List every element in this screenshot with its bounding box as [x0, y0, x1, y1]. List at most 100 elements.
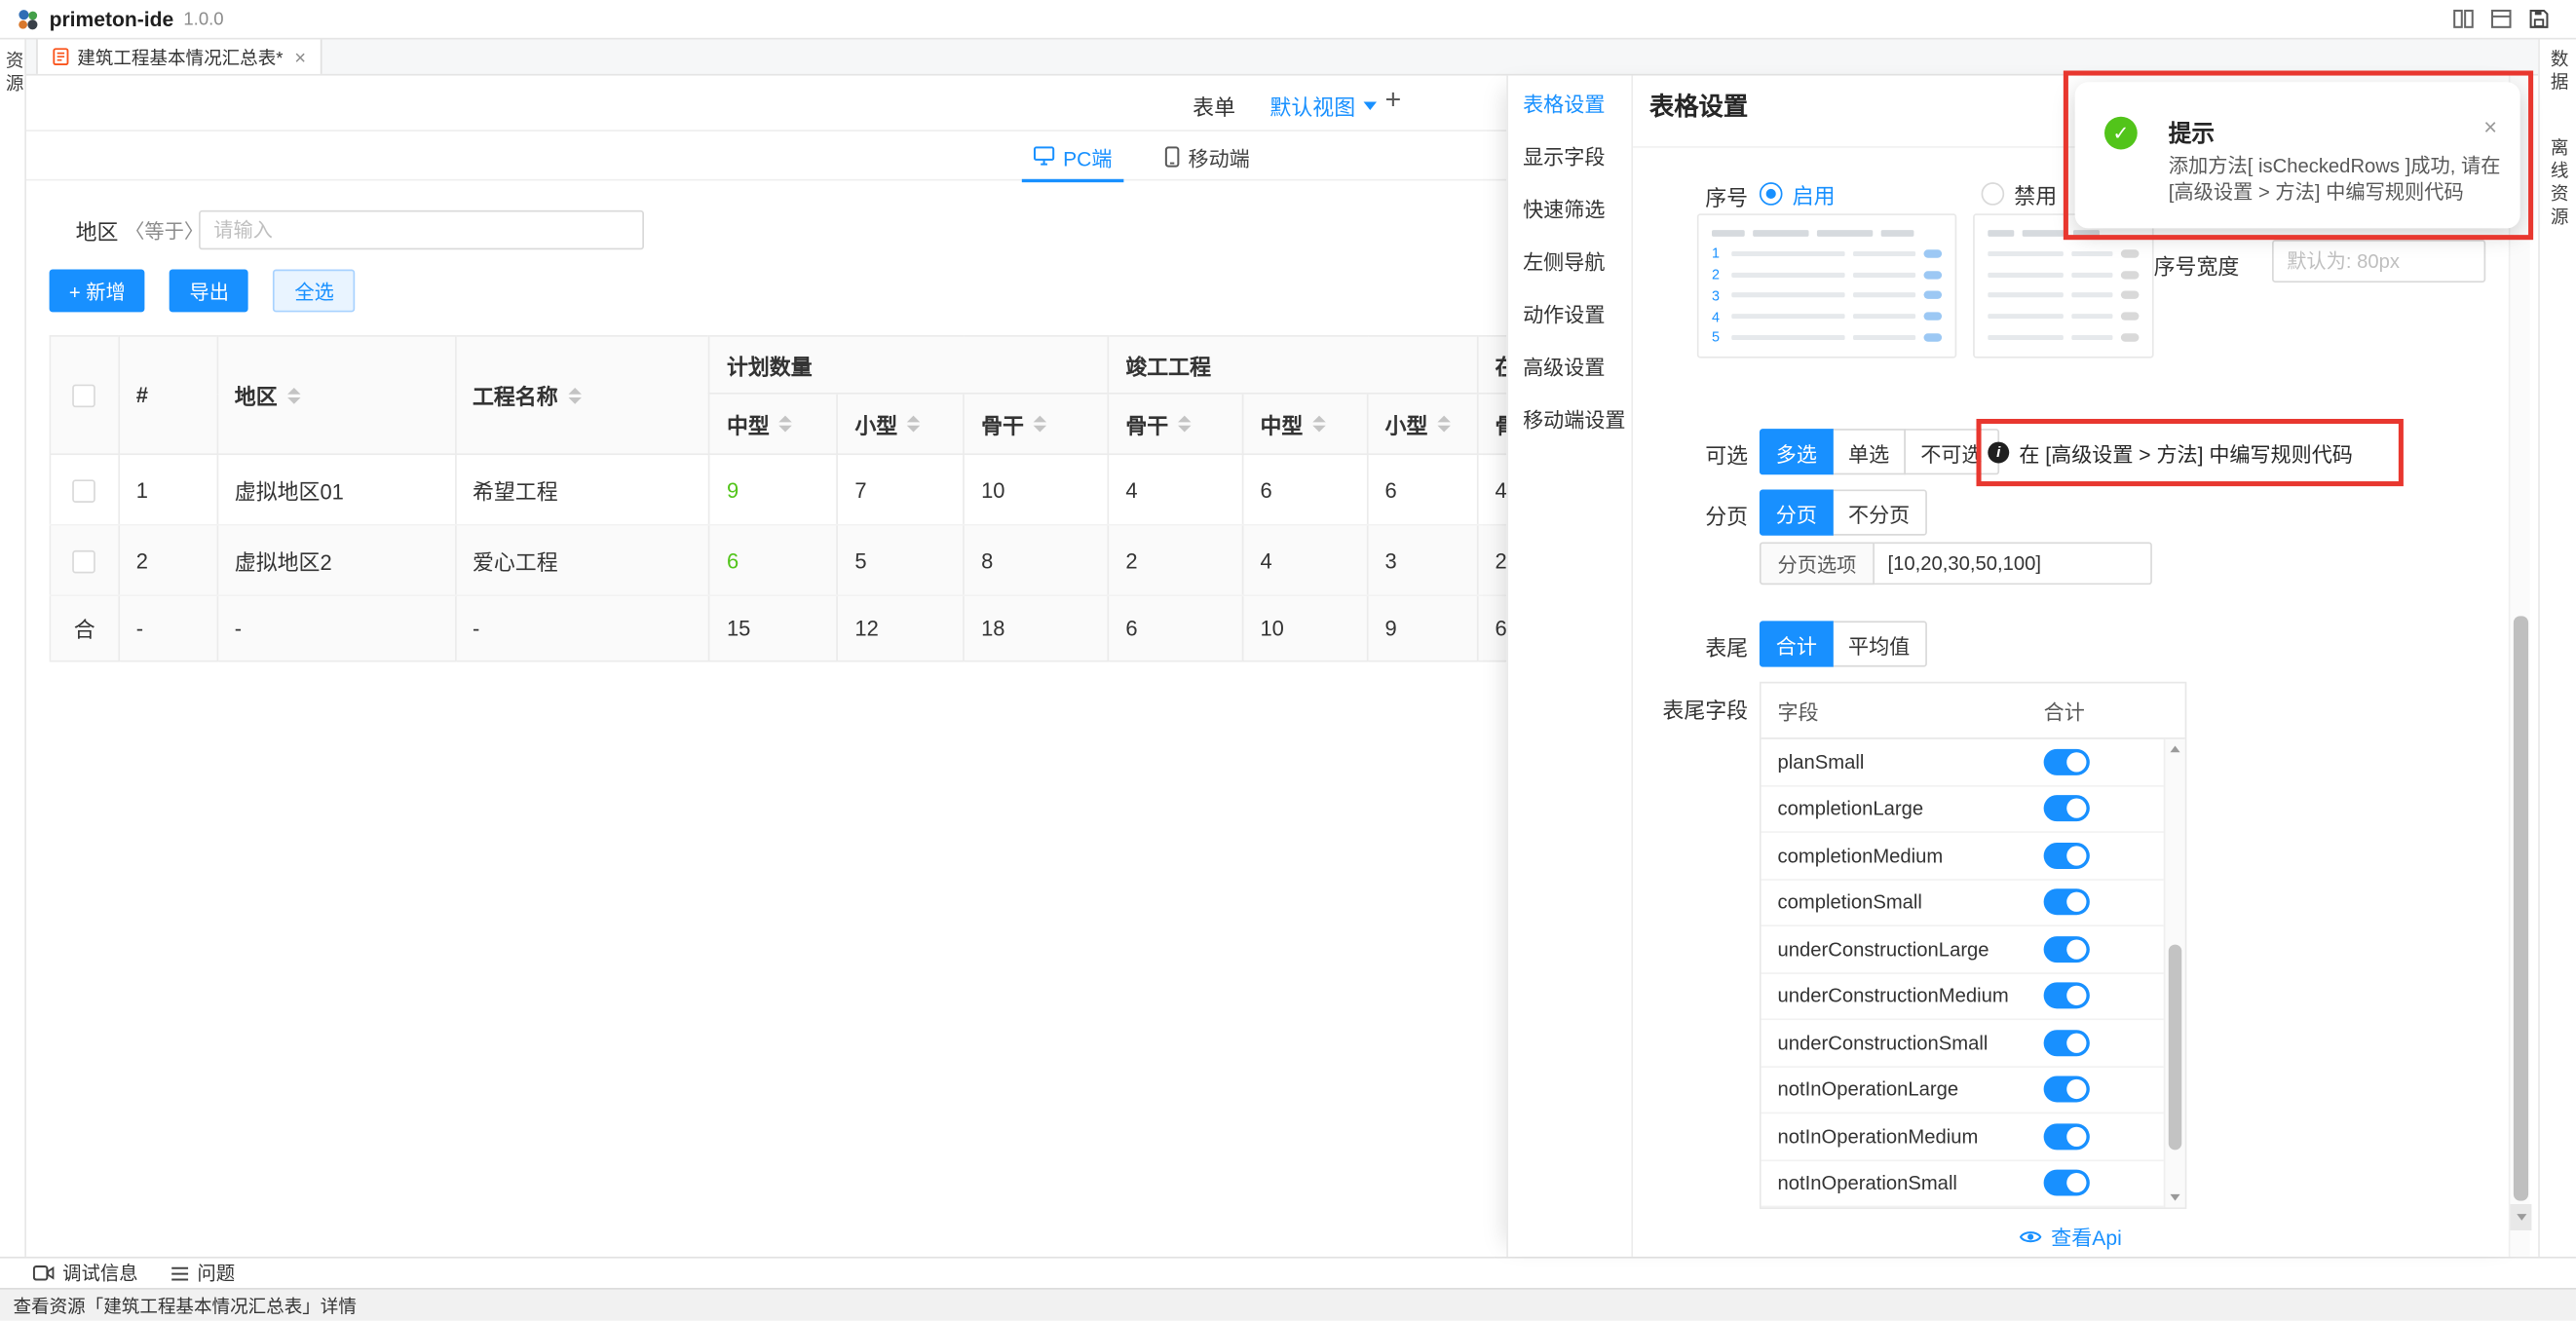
header-checkbox-cell [50, 336, 119, 454]
app-logo-icon [17, 8, 40, 31]
scrollbar-thumb[interactable] [2169, 945, 2181, 1151]
table-row[interactable]: 2 虚拟地区2 爱心工程 6 5 8 2 4 3 2 [50, 525, 1506, 596]
problems-button[interactable]: 问题 [170, 1260, 235, 1286]
export-button[interactable]: 导出 [170, 270, 248, 313]
menu-item-display-fields[interactable]: 显示字段 [1508, 129, 1631, 181]
menu-item-advanced-settings[interactable]: 高级设置 [1508, 338, 1631, 391]
debug-info-button[interactable]: 调试信息 [33, 1260, 138, 1286]
selectable-label: 可选 [1633, 438, 1748, 470]
col-header-clipped-sub: 骨 [1478, 394, 1506, 454]
split-view-icon[interactable] [2452, 8, 2474, 29]
col-header-plan-medium[interactable]: 中型 [709, 394, 837, 454]
menu-item-mobile-settings[interactable]: 移动端设置 [1508, 391, 1631, 443]
sort-icon[interactable] [1034, 416, 1046, 433]
pagination-options-input[interactable] [1875, 542, 2152, 585]
option-multi-select[interactable]: 多选 [1760, 429, 1834, 474]
toggle-switch[interactable] [2044, 1170, 2090, 1196]
menu-item-left-nav[interactable]: 左侧导航 [1508, 233, 1631, 285]
toggle-switch[interactable] [2044, 936, 2090, 962]
group-header-completion: 竣工工程 [1109, 336, 1478, 394]
layout-icon[interactable] [2490, 8, 2512, 29]
scroll-down-icon[interactable] [2165, 1188, 2184, 1207]
toggle-switch[interactable] [2044, 843, 2090, 869]
rail-tab-resources[interactable]: 资源 [0, 51, 26, 96]
scrollbar-thumb[interactable] [2514, 616, 2528, 1200]
col-header-completion-medium[interactable]: 中型 [1243, 394, 1368, 454]
filter-value-input[interactable] [199, 210, 644, 249]
add-row-button[interactable]: + 新增 [50, 270, 145, 313]
toast-title: 提示 [2169, 117, 2215, 150]
sort-icon[interactable] [1312, 416, 1325, 433]
form-link[interactable]: 表单 [1193, 91, 1235, 122]
serial-disable-radio[interactable]: 禁用 [1982, 177, 2058, 210]
sort-icon[interactable] [1178, 416, 1191, 433]
toggle-switch[interactable] [2044, 983, 2090, 1009]
tab-close-icon[interactable]: × [294, 45, 306, 68]
table-row[interactable]: 1 虚拟地区01 希望工程 9 7 10 4 6 6 4 [50, 454, 1506, 525]
row-checkbox-cell [50, 525, 119, 596]
tab-pc[interactable]: PC端 [1022, 132, 1124, 181]
col-header-region[interactable]: 地区 [217, 336, 455, 454]
toast-close-icon[interactable]: × [2483, 113, 2497, 139]
toggle-switch[interactable] [2044, 748, 2090, 774]
option-total[interactable]: 合计 [1760, 621, 1834, 666]
device-tabs: PC端 移动端 [26, 132, 1506, 181]
document-icon [53, 48, 69, 66]
scroll-up-icon[interactable] [2165, 739, 2184, 759]
list-item: underConstructionLarge [1762, 926, 2185, 973]
eye-icon [2020, 1227, 2043, 1244]
panel-scrollbar[interactable] [2509, 76, 2530, 1257]
toggle-switch[interactable] [2044, 1123, 2090, 1150]
option-unpaged[interactable]: 不分页 [1832, 489, 1926, 535]
footer-fields-label: 表尾字段 [1633, 694, 1748, 725]
rail-tab-data[interactable]: 数据 [2545, 50, 2571, 95]
row-checkbox-cell [50, 454, 119, 525]
sort-icon[interactable] [779, 416, 792, 433]
rail-tab-offline-resources[interactable]: 离线资源 [2545, 138, 2571, 230]
serial-enable-radio[interactable]: 启用 [1760, 177, 1836, 210]
option-paged[interactable]: 分页 [1760, 489, 1834, 535]
sort-icon[interactable] [287, 387, 300, 403]
option-not-selectable[interactable]: 不可选 [1904, 429, 1998, 474]
sort-icon[interactable] [568, 387, 581, 403]
menu-item-table-settings[interactable]: 表格设置 [1508, 76, 1631, 129]
sort-icon[interactable] [907, 416, 920, 433]
select-all-checkbox[interactable] [73, 385, 96, 408]
radio-off-icon[interactable] [1982, 182, 2005, 206]
settings-panel-title: 表格设置 [1649, 89, 1748, 123]
editor-tab-active[interactable]: 建筑工程基本情况汇总表* × [36, 39, 322, 73]
radio-on-icon[interactable] [1760, 182, 1783, 206]
toggle-switch[interactable] [2044, 1030, 2090, 1056]
col-header-completion-small[interactable]: 小型 [1368, 394, 1478, 454]
col-header-project[interactable]: 工程名称 [455, 336, 709, 454]
add-view-button[interactable]: + [1384, 84, 1401, 117]
toggle-switch[interactable] [2044, 796, 2090, 822]
info-icon: i [1988, 441, 2009, 463]
list-scrollbar[interactable] [2164, 739, 2185, 1208]
toggle-switch[interactable] [2044, 889, 2090, 916]
default-view-dropdown[interactable]: 默认视图 [1269, 91, 1377, 122]
tab-mobile[interactable]: 移动端 [1150, 132, 1265, 181]
editor-tab-strip: 建筑工程基本情况汇总表* × [26, 39, 2538, 75]
row-checkbox[interactable] [73, 550, 96, 574]
settings-menu: 表格设置 显示字段 快速筛选 左侧导航 动作设置 高级设置 移动端设置 [1508, 76, 1633, 1257]
form-designer-canvas: 表单 默认视图 + PC端 移动端 地区 〈等于〉 + 新增 导出 全选 [26, 76, 1506, 1257]
menu-item-quick-filter[interactable]: 快速筛选 [1508, 180, 1631, 233]
scroll-down-icon[interactable] [2511, 1204, 2532, 1230]
option-average[interactable]: 平均值 [1832, 621, 1926, 666]
view-api-link[interactable]: 查看Api [1633, 1221, 2509, 1252]
option-single-select[interactable]: 单选 [1832, 429, 1906, 474]
col-header-plan-small[interactable]: 小型 [838, 394, 965, 454]
select-all-button[interactable]: 全选 [274, 270, 356, 313]
sort-icon[interactable] [1438, 416, 1451, 433]
phone-icon [1165, 145, 1180, 167]
row-checkbox[interactable] [73, 479, 96, 503]
list-item: completionSmall [1762, 880, 2185, 926]
col-header-plan-backbone[interactable]: 骨干 [964, 394, 1108, 454]
list-item: underConstructionSmall [1762, 1020, 2185, 1067]
serial-width-input[interactable] [2272, 240, 2485, 283]
toggle-switch[interactable] [2044, 1076, 2090, 1103]
save-icon[interactable] [2528, 8, 2550, 29]
menu-item-action-settings[interactable]: 动作设置 [1508, 285, 1631, 338]
col-header-completion-backbone[interactable]: 骨干 [1109, 394, 1243, 454]
